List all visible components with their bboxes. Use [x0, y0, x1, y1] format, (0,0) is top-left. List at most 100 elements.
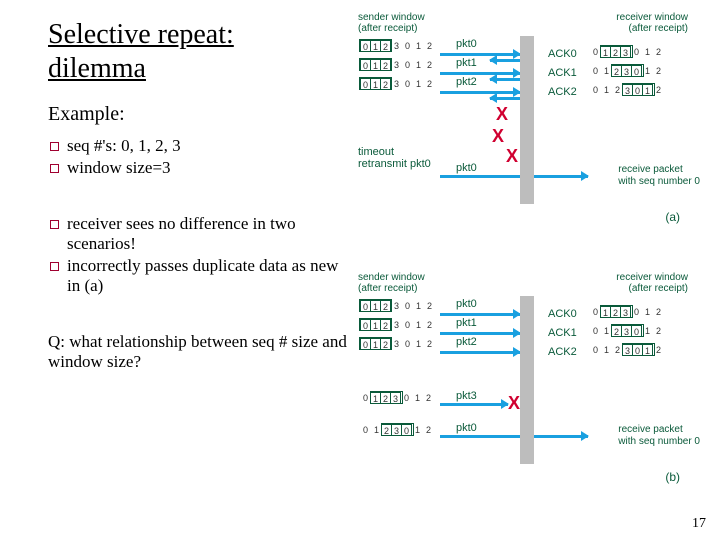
- arrow-right-icon: [440, 332, 520, 335]
- bullet-text: seq #'s: 0, 1, 2, 3: [67, 136, 181, 156]
- bullet-square-icon: [50, 164, 59, 173]
- arrow-right-icon: [440, 351, 520, 354]
- seq-cell: 0: [360, 424, 371, 436]
- seq-cell: 3: [391, 319, 402, 331]
- seq-window: 0123012: [590, 46, 664, 58]
- bullet: window size=3: [50, 158, 348, 178]
- pkt-label: pkt0: [456, 38, 477, 50]
- question-text: Q: what relationship between seq # size …: [48, 332, 348, 372]
- seq-cell: 1: [601, 84, 612, 96]
- seq-cell: 1: [601, 344, 612, 356]
- ack-label: ACK1: [548, 327, 577, 339]
- bullet-text: receiver sees no difference in two scena…: [67, 214, 348, 254]
- seq-cell: 2: [653, 306, 664, 318]
- arrow-left-icon: [490, 78, 520, 81]
- seq-cell: 2: [424, 78, 435, 90]
- seq-cell: 2: [653, 325, 664, 337]
- arrow-right-icon: [440, 313, 520, 316]
- barrier: [520, 296, 534, 464]
- window-frame: [600, 305, 633, 318]
- receive-caption-text: receive packet with seq number 0: [618, 424, 700, 447]
- seq-window: 0123012: [590, 325, 664, 337]
- seq-cell: 0: [590, 344, 601, 356]
- seq-cell: 1: [412, 392, 423, 404]
- window-frame: [600, 45, 633, 58]
- seq-cell: 0: [402, 78, 413, 90]
- pkt-label: pkt0: [456, 298, 477, 310]
- seq-cell: 0: [590, 325, 601, 337]
- ack-label: ACK1: [548, 67, 577, 79]
- arrow-right-icon: [440, 175, 588, 178]
- example-label: Example:: [48, 103, 348, 126]
- x-mark-icon: X: [508, 393, 520, 414]
- bullet-square-icon: [50, 142, 59, 151]
- left-column: Selective repeat: dilemma Example: seq #…: [48, 18, 348, 372]
- seq-cell: 2: [424, 300, 435, 312]
- x-mark-icon: X: [492, 126, 504, 147]
- seq-cell: 0: [402, 319, 413, 331]
- seq-cell: 2: [424, 59, 435, 71]
- seq-window: 0123012: [590, 65, 664, 77]
- seq-cell: 0: [590, 84, 601, 96]
- seq-cell: 0: [590, 65, 601, 77]
- seq-cell: 0: [402, 300, 413, 312]
- arrow-left-icon: [490, 59, 520, 62]
- pkt-label: pkt3: [456, 390, 477, 402]
- window-frame: [359, 39, 392, 52]
- window-frame: [370, 391, 403, 404]
- seq-cell: 1: [642, 46, 653, 58]
- pkt-label: pkt2: [456, 76, 477, 88]
- title-line-2: dilemma: [48, 53, 146, 84]
- seq-cell: 2: [424, 319, 435, 331]
- bullet: receiver sees no difference in two scena…: [50, 214, 348, 254]
- pkt-label: pkt1: [456, 317, 477, 329]
- seq-cell: 3: [391, 78, 402, 90]
- pkt-label: pkt1: [456, 57, 477, 69]
- seq-cell: 1: [413, 338, 424, 350]
- seq-window: 0123012: [360, 40, 435, 52]
- seq-window: 0123012: [360, 424, 434, 436]
- seq-cell: 2: [423, 392, 434, 404]
- seq-cell: 1: [413, 59, 424, 71]
- seq-cell: 2: [653, 65, 664, 77]
- seq-cell: 0: [402, 40, 413, 52]
- seq-cell: 3: [391, 40, 402, 52]
- x-mark-icon: X: [496, 104, 508, 125]
- window-frame: [611, 324, 644, 337]
- bullet-text: incorrectly passes duplicate data as new…: [67, 256, 348, 296]
- seq-window: 0123012: [360, 300, 435, 312]
- bullet: seq #'s: 0, 1, 2, 3: [50, 136, 348, 156]
- ack-label: ACK2: [548, 86, 577, 98]
- seq-cell: 0: [402, 338, 413, 350]
- sub-label-b: (b): [665, 470, 680, 484]
- bullet: incorrectly passes duplicate data as new…: [50, 256, 348, 296]
- window-frame: [381, 423, 414, 436]
- pkt-label: pkt2: [456, 336, 477, 348]
- seq-cell: 2: [423, 424, 434, 436]
- arrow-right-icon: [440, 53, 520, 56]
- receiver-header-text: receiver window (after receipt): [616, 272, 688, 294]
- receiver-header-text: receiver window (after receipt): [616, 12, 688, 34]
- diagram-a: sender window (after receipt) receiver w…: [358, 12, 698, 227]
- receive-caption: receive packet with seq number 0: [618, 424, 700, 447]
- arrow-right-icon: [440, 91, 520, 94]
- window-frame: [622, 343, 655, 356]
- pkt-label: pkt0: [456, 422, 477, 434]
- bullet-group-1: seq #'s: 0, 1, 2, 3 window size=3: [50, 136, 348, 178]
- ack-label: ACK0: [548, 48, 577, 60]
- bullet-text: window size=3: [67, 158, 171, 178]
- seq-cell: 1: [642, 306, 653, 318]
- arrow-right-icon: [440, 435, 588, 438]
- page-number: 17: [692, 516, 706, 532]
- seq-cell: 2: [653, 46, 664, 58]
- slide-root: Selective repeat: dilemma Example: seq #…: [0, 0, 720, 372]
- window-frame: [611, 64, 644, 77]
- seq-cell: 3: [391, 59, 402, 71]
- seq-cell: 3: [391, 338, 402, 350]
- ack-label: ACK2: [548, 346, 577, 358]
- arrow-right-icon: [440, 403, 508, 406]
- slide-title: Selective repeat: dilemma: [48, 18, 348, 85]
- seq-cell: 3: [391, 300, 402, 312]
- title-line-1: Selective repeat:: [48, 19, 234, 50]
- window-frame: [359, 58, 392, 71]
